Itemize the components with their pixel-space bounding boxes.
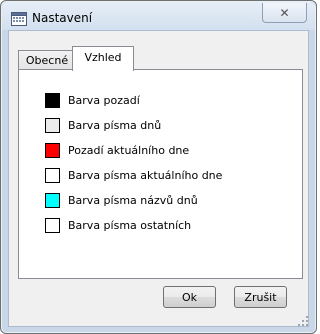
color-swatch[interactable] <box>45 143 60 158</box>
close-icon: ✕ <box>279 5 290 20</box>
title-bar[interactable]: Nastavení ✕ <box>2 2 315 30</box>
close-button[interactable]: ✕ <box>262 3 307 23</box>
window-title: Nastavení <box>32 11 93 25</box>
color-label: Barva písma názvů dnů <box>68 194 198 207</box>
color-swatch[interactable] <box>45 193 60 208</box>
cancel-button[interactable]: Zrušit <box>234 286 287 308</box>
color-settings-list: Barva pozadí Barva písma dnů Pozadí aktu… <box>28 92 222 242</box>
tab-general[interactable]: Obecné <box>18 50 76 70</box>
color-setting-day-names-font[interactable]: Barva písma názvů dnů <box>28 192 222 209</box>
cancel-button-label: Zrušit <box>244 290 277 304</box>
color-setting-day-font[interactable]: Barva písma dnů <box>28 117 222 134</box>
color-label: Barva pozadí <box>68 94 140 107</box>
color-swatch[interactable] <box>45 93 60 108</box>
color-setting-other-font[interactable]: Barva písma ostatních <box>28 217 222 234</box>
color-label: Pozadí aktuálního dne <box>68 144 190 157</box>
color-swatch[interactable] <box>45 218 60 233</box>
color-label: Barva písma aktuálního dne <box>68 169 223 182</box>
calendar-icon <box>11 12 27 26</box>
color-setting-current-day-background[interactable]: Pozadí aktuálního dne <box>28 142 222 159</box>
resize-grip-icon[interactable] <box>298 316 308 326</box>
color-setting-background[interactable]: Barva pozadí <box>28 92 222 109</box>
color-label: Barva písma ostatních <box>68 219 192 232</box>
color-swatch[interactable] <box>45 168 60 183</box>
tab-appearance[interactable]: Vzhled <box>72 46 134 71</box>
tab-label: Vzhled <box>84 50 122 64</box>
color-label: Barva písma dnů <box>68 119 162 132</box>
ok-button-label: Ok <box>181 290 198 304</box>
color-setting-current-day-font[interactable]: Barva písma aktuálního dne <box>28 167 222 184</box>
ok-button[interactable]: Ok <box>163 286 216 308</box>
tab-label: Obecné <box>25 54 69 67</box>
color-swatch[interactable] <box>45 118 60 133</box>
